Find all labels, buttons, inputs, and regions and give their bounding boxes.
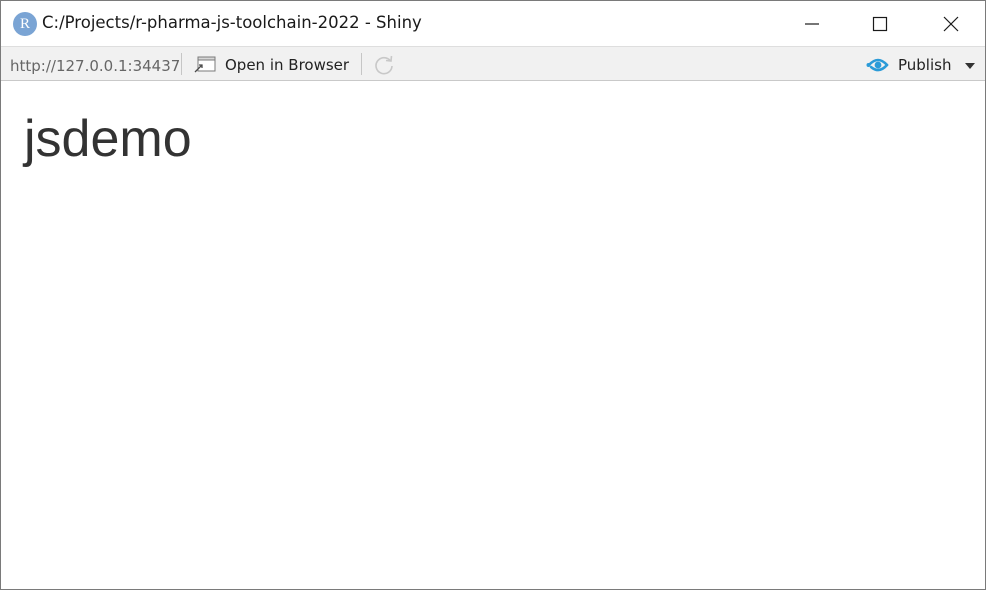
refresh-icon	[375, 55, 393, 75]
maximize-button[interactable]	[846, 1, 914, 46]
maximize-icon	[872, 16, 888, 31]
title-bar[interactable]: R C:/Projects/r-pharma-js-toolchain-2022…	[1, 1, 985, 46]
publish-icon	[866, 58, 889, 72]
window-title: C:/Projects/r-pharma-js-toolchain-2022 -…	[42, 13, 422, 32]
close-icon	[943, 16, 959, 31]
publish-label: Publish	[898, 56, 952, 74]
toolbar-divider	[181, 53, 182, 75]
viewer-toolbar: http://127.0.0.1:34437 Open in Browser P…	[1, 46, 985, 81]
chevron-down-icon	[965, 63, 975, 69]
page-title: jsdemo	[24, 110, 192, 168]
open-in-browser-button[interactable]: Open in Browser	[193, 52, 349, 78]
shiny-window: R C:/Projects/r-pharma-js-toolchain-2022…	[0, 0, 986, 590]
minimize-button[interactable]	[778, 1, 846, 46]
app-viewport: jsdemo	[1, 81, 985, 589]
open-in-browser-icon	[194, 56, 216, 73]
r-app-icon: R	[13, 12, 37, 36]
close-button[interactable]	[917, 1, 985, 46]
toolbar-divider	[361, 53, 362, 75]
app-url: http://127.0.0.1:34437	[10, 57, 181, 75]
refresh-button[interactable]	[372, 53, 396, 77]
publish-dropdown-button[interactable]	[963, 60, 977, 72]
minimize-icon	[805, 22, 819, 25]
publish-button[interactable]: Publish	[866, 52, 951, 78]
open-in-browser-label: Open in Browser	[225, 56, 350, 74]
